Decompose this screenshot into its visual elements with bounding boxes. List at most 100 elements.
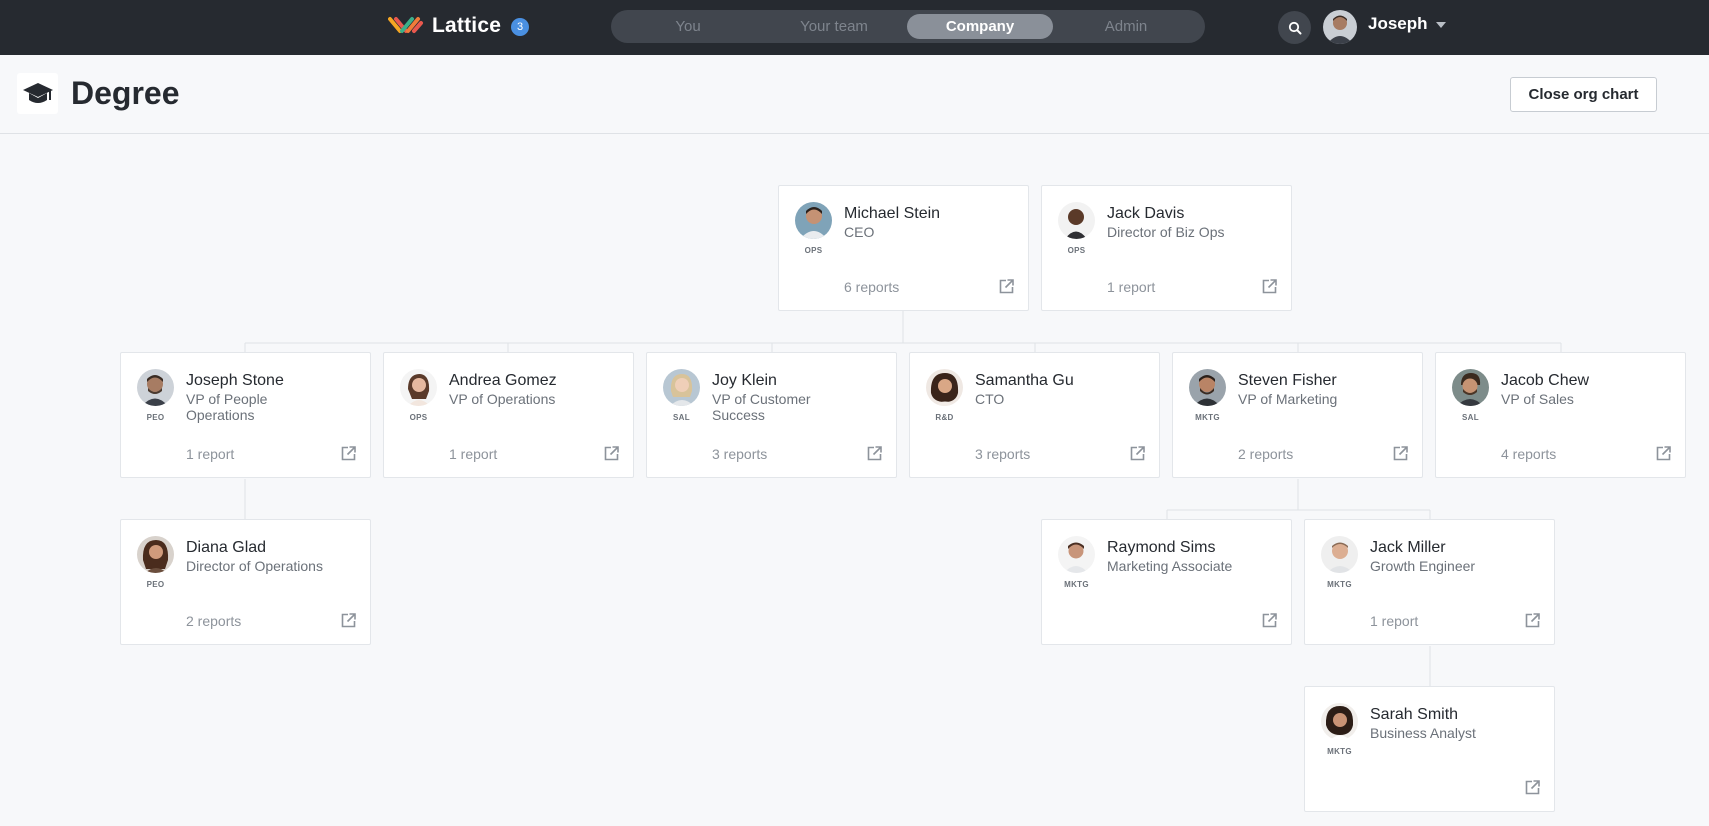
search-button[interactable] (1278, 11, 1311, 44)
person-title: CTO (975, 391, 1005, 407)
chevron-down-icon[interactable] (1436, 22, 1446, 28)
avatar (137, 536, 174, 573)
reports-count[interactable]: 1 report (1370, 613, 1418, 629)
user-avatar[interactable] (1323, 10, 1357, 44)
person-title: VP of Customer Success (712, 391, 811, 423)
avatar (795, 202, 832, 239)
app-name: Lattice (432, 14, 502, 37)
org-card-samantha-gu[interactable]: R&D Samantha Gu CTO 3 reports (909, 352, 1160, 478)
main-tabs: You Your team Company Admin (611, 10, 1205, 43)
person-title: Business Analyst (1370, 725, 1476, 741)
person-name: Andrea Gomez (449, 372, 557, 389)
department-label: MKTG (1327, 580, 1352, 589)
person-name: Samantha Gu (975, 372, 1074, 389)
department-label: OPS (1067, 246, 1086, 255)
person-title: VP of Sales (1501, 391, 1574, 407)
avatar (137, 369, 174, 406)
department-label: SAL (673, 413, 690, 422)
org-card-joseph-stone[interactable]: PEO Joseph Stone VP of People Operations… (120, 352, 371, 478)
tab-company[interactable]: Company (907, 14, 1053, 39)
person-title: VP of People Operations (186, 391, 268, 423)
open-external-icon[interactable] (1262, 279, 1277, 294)
tab-admin[interactable]: Admin (1053, 14, 1199, 39)
open-external-icon[interactable] (1262, 613, 1277, 628)
person-name: Sarah Smith (1370, 706, 1459, 723)
person-name: Raymond Sims (1107, 539, 1216, 556)
open-external-icon[interactable] (1525, 613, 1540, 628)
avatar (400, 369, 437, 406)
reports-count[interactable]: 3 reports (712, 446, 767, 462)
open-external-icon[interactable] (341, 613, 356, 628)
open-external-icon[interactable] (1525, 780, 1540, 795)
avatar (1321, 703, 1358, 740)
open-external-icon[interactable] (1130, 446, 1145, 461)
department-label: OPS (804, 246, 823, 255)
reports-count[interactable]: 2 reports (1238, 446, 1293, 462)
reports-count[interactable]: 1 report (1107, 279, 1155, 295)
person-name: Diana Glad (186, 539, 267, 556)
org-card-jacob-chew[interactable]: SAL Jacob Chew VP of Sales 4 reports (1435, 352, 1686, 478)
page-title: Degree (71, 75, 180, 111)
avatar (1189, 369, 1226, 406)
person-name: Joseph Stone (186, 372, 284, 389)
org-card-jack-davis[interactable]: OPS Jack Davis Director of Biz Ops 1 rep… (1041, 185, 1292, 311)
open-external-icon[interactable] (341, 446, 356, 461)
person-title: VP of Marketing (1238, 391, 1338, 407)
lattice-logo[interactable]: Lattice (388, 14, 501, 38)
reports-count[interactable]: 6 reports (844, 279, 899, 295)
org-card-sarah-smith[interactable]: MKTG Sarah Smith Business Analyst (1304, 686, 1555, 812)
open-external-icon[interactable] (1393, 446, 1408, 461)
person-title: Director of Biz Ops (1107, 224, 1225, 240)
tab-you[interactable]: You (615, 14, 761, 39)
org-card-raymond-sims[interactable]: MKTG Raymond Sims Marketing Associate (1041, 519, 1292, 645)
reports-count[interactable]: 4 reports (1501, 446, 1556, 462)
avatar (926, 369, 963, 406)
department-label: R&D (935, 413, 954, 422)
reports-count[interactable]: 1 report (449, 446, 497, 462)
person-title: Director of Operations (186, 558, 323, 574)
reports-count[interactable]: 1 report (186, 446, 234, 462)
graduation-cap-icon (17, 73, 58, 114)
department-label: MKTG (1064, 580, 1089, 589)
reports-count[interactable]: 2 reports (186, 613, 241, 629)
org-card-steven-fisher[interactable]: MKTG Steven Fisher VP of Marketing 2 rep… (1172, 352, 1423, 478)
top-navigation-bar: Lattice 3 You Your team Company Admin Jo… (0, 0, 1709, 55)
page-header: Degree Close org chart (0, 55, 1709, 134)
department-label: SAL (1462, 413, 1479, 422)
person-name: Michael Stein (844, 205, 941, 222)
person-title: Marketing Associate (1107, 558, 1233, 574)
open-external-icon[interactable] (604, 446, 619, 461)
lattice-logo-icon (388, 17, 423, 33)
department-label: PEO (146, 580, 165, 589)
avatar (1321, 536, 1358, 573)
search-icon (1288, 21, 1301, 34)
avatar (1452, 369, 1489, 406)
avatar (1058, 202, 1095, 239)
org-card-andrea-gomez[interactable]: OPS Andrea Gomez VP of Operations 1 repo… (383, 352, 634, 478)
open-external-icon[interactable] (999, 279, 1014, 294)
department-label: PEO (146, 413, 165, 422)
department-label: MKTG (1195, 413, 1220, 422)
open-external-icon[interactable] (867, 446, 882, 461)
person-name: Jack Davis (1107, 205, 1185, 222)
reports-count[interactable]: 3 reports (975, 446, 1030, 462)
avatar (663, 369, 700, 406)
org-card-diana-glad[interactable]: PEO Diana Glad Director of Operations 2 … (120, 519, 371, 645)
person-title: VP of Operations (449, 391, 556, 407)
person-title: Growth Engineer (1370, 558, 1476, 574)
person-name: Steven Fisher (1238, 372, 1337, 389)
person-title: CEO (844, 224, 875, 240)
person-name: Jack Miller (1370, 539, 1446, 556)
open-external-icon[interactable] (1656, 446, 1671, 461)
person-name: Jacob Chew (1501, 372, 1590, 389)
org-card-michael-stein[interactable]: OPS Michael Stein CEO 6 reports (778, 185, 1029, 311)
person-name: Joy Klein (712, 372, 777, 389)
user-name[interactable]: Joseph (1368, 14, 1428, 34)
org-card-joy-klein[interactable]: SAL Joy Klein VP of Customer Success 3 r… (646, 352, 897, 478)
org-card-jack-miller[interactable]: MKTG Jack Miller Growth Engineer 1 repor… (1304, 519, 1555, 645)
avatar (1058, 536, 1095, 573)
department-label: MKTG (1327, 747, 1352, 756)
close-org-chart-button[interactable]: Close org chart (1510, 77, 1657, 112)
tab-your-team[interactable]: Your team (761, 14, 907, 39)
notification-badge[interactable]: 3 (511, 18, 529, 36)
